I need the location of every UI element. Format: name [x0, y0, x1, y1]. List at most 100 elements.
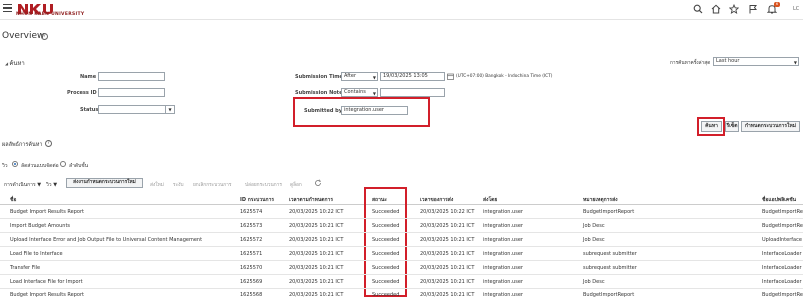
table-row[interactable]: Load File to Interface 1625571 20/03/202…: [0, 247, 803, 260]
column-header-scheduled-time[interactable]: เวลาตามกำหนดการ: [289, 196, 333, 204]
submission-notes-label: Submission Notes: [295, 90, 346, 96]
cell-status[interactable]: Succeeded: [372, 292, 399, 298]
last-search-select[interactable]: Last hour ▼: [713, 57, 799, 66]
table-row[interactable]: Upload Interface Error and Job Output Fi…: [0, 233, 803, 246]
help-icon[interactable]: ?: [45, 140, 52, 147]
cell-submission-time: 20/03/2025 10:21 ICT: [420, 237, 475, 243]
hamburger-menu-icon[interactable]: [3, 4, 12, 13]
calendar-icon[interactable]: [447, 73, 454, 80]
column-header-submission-notes[interactable]: หมายเหตุการส่ง: [583, 196, 618, 204]
column-header-name[interactable]: ชื่อ: [10, 196, 16, 204]
university-logo: [16, 0, 76, 14]
chevron-down-icon[interactable]: ▼: [165, 106, 174, 113]
view-menu[interactable]: วิว ▼: [46, 181, 57, 189]
cell-submitted-by: integration.user: [483, 237, 523, 243]
cell-status[interactable]: Succeeded: [372, 223, 399, 229]
table-row[interactable]: Transfer File 1625570 20/03/2025 10:21 I…: [0, 261, 803, 274]
cell-process-id: 1625570: [240, 265, 263, 271]
process-id-input[interactable]: [98, 88, 165, 97]
cell-scheduled-time: 20/03/2025 10:21 ICT: [289, 292, 344, 298]
cell-status[interactable]: Succeeded: [372, 209, 399, 215]
column-header-submitted-by[interactable]: ส่งโดย: [483, 196, 497, 204]
cell-name[interactable]: Import Budget Amounts: [10, 223, 70, 229]
cell-application-name: BudgetImportRe: [762, 209, 803, 215]
cell-submitted-by: integration.user: [483, 251, 523, 257]
cell-submission-notes: Job Desc: [583, 279, 605, 285]
cell-application-name: InterfaceLoader: [762, 265, 802, 271]
home-icon[interactable]: [711, 4, 721, 14]
cell-scheduled-time: 20/03/2025 10:21 ICT: [289, 223, 344, 229]
column-header-process-id[interactable]: ID กระบวนการ: [240, 196, 274, 204]
cell-status[interactable]: Succeeded: [372, 237, 399, 243]
cell-application-name: BudgetImportRe: [762, 223, 803, 229]
cell-submission-time: 20/03/2025 10:21 ICT: [420, 223, 475, 229]
put-on-hold-button[interactable]: ส่งใหม่: [150, 181, 164, 189]
status-label: Status: [80, 107, 99, 113]
submission-time-input[interactable]: 19/03/2025 13:05: [380, 72, 445, 81]
flag-icon[interactable]: [748, 4, 758, 14]
list-view-radio[interactable]: [12, 161, 18, 167]
cell-submission-notes: subrequest submitter: [583, 265, 637, 271]
cell-submission-notes: BudgetImportReport: [583, 292, 635, 298]
user-avatar[interactable]: LC: [793, 6, 799, 12]
actions-menu[interactable]: การดำเนินการ ▼: [4, 181, 41, 189]
cell-scheduled-time: 20/03/2025 10:21 ICT: [289, 265, 344, 271]
submitted-by-label: Submitted by: [304, 108, 342, 114]
hierarchy-view-radio[interactable]: [60, 161, 66, 167]
cell-application-name: InterfaceLoader: [762, 251, 802, 257]
status-select[interactable]: ▼: [98, 105, 175, 114]
resubmit-button[interactable]: ส่งงานกำหนดกระบวนการใหม่: [66, 178, 143, 188]
cell-status[interactable]: Succeeded: [372, 251, 399, 257]
release-button[interactable]: ปล่อยกระบวนการ: [245, 181, 282, 189]
cell-status[interactable]: Succeeded: [372, 279, 399, 285]
cell-name[interactable]: Transfer File: [10, 265, 40, 271]
cell-submitted-by: integration.user: [483, 209, 523, 215]
submission-time-operator-select[interactable]: After ▼: [341, 72, 378, 81]
cell-submission-time: 20/03/2025 10:21 ICT: [420, 251, 475, 257]
cancel-button[interactable]: ระงับ: [173, 181, 184, 189]
cell-process-id: 1625574: [240, 209, 263, 215]
chevron-down-icon: ▼: [793, 60, 797, 65]
cell-name[interactable]: Load File to Interface: [10, 251, 63, 257]
search-icon[interactable]: [693, 4, 703, 14]
search-section-title[interactable]: ◢ ค้นหา: [5, 58, 25, 68]
cell-scheduled-time: 20/03/2025 10:21 ICT: [289, 279, 344, 285]
cell-scheduled-time: 20/03/2025 10:21 ICT: [289, 237, 344, 243]
view-log-button[interactable]: ดูล็อก: [290, 181, 302, 189]
schedule-new-process-button[interactable]: กำหนดกระบวนการใหม่: [741, 121, 800, 132]
cell-name[interactable]: Budget Import Results Report: [10, 209, 84, 215]
cell-process-id: 1625568: [240, 292, 263, 298]
chevron-down-icon: ▼: [53, 182, 58, 188]
name-input[interactable]: [98, 72, 165, 81]
help-icon[interactable]: ?: [41, 33, 48, 40]
table-row[interactable]: Budget Import Results Report 1625574 20/…: [0, 205, 803, 218]
page-title: Overview: [2, 31, 45, 41]
cell-process-id: 1625569: [240, 279, 263, 285]
submission-notes-operator-select[interactable]: Contains ▼: [341, 88, 378, 97]
refresh-icon[interactable]: [314, 179, 322, 187]
cell-process-id: 1625572: [240, 237, 263, 243]
table-row[interactable]: Import Budget Amounts 1625573 20/03/2025…: [0, 219, 803, 232]
table-row[interactable]: Load Interface File for Import 1625569 2…: [0, 275, 803, 288]
cell-name[interactable]: Budget Import Results Report: [10, 292, 84, 298]
cell-name[interactable]: Upload Interface Error and Job Output Fi…: [10, 237, 202, 243]
cancel-process-button[interactable]: ยกเลิกกระบวนการ: [193, 181, 231, 189]
submission-notes-input[interactable]: [380, 88, 445, 97]
column-header-application-name[interactable]: ชื่อแอปพลิเคชัน: [762, 196, 796, 204]
cell-submitted-by: integration.user: [483, 265, 523, 271]
cell-scheduled-time: 20/03/2025 10:21 ICT: [289, 251, 344, 257]
search-button[interactable]: ค้นหา: [701, 121, 722, 132]
submitted-by-input[interactable]: integration.user: [341, 106, 408, 115]
reset-button[interactable]: รีเซ็ต: [725, 121, 739, 132]
cell-status[interactable]: Succeeded: [372, 265, 399, 271]
logo-text: NHON KAEN UNIVERSITY: [16, 12, 85, 17]
cell-name[interactable]: Load Interface File for Import: [10, 279, 83, 285]
chevron-down-icon: ▼: [372, 75, 376, 80]
cell-process-id: 1625571: [240, 251, 263, 257]
results-title: ผลลัพธ์การค้นหา: [2, 142, 43, 148]
cell-submitted-by: integration.user: [483, 292, 523, 298]
table-row[interactable]: Budget Import Results Report 1625568 20/…: [0, 289, 803, 299]
cell-submitted-by: integration.user: [483, 223, 523, 229]
column-header-submission-time[interactable]: เวลาของการส่ง: [420, 196, 453, 204]
favorites-star-icon[interactable]: [729, 4, 739, 14]
